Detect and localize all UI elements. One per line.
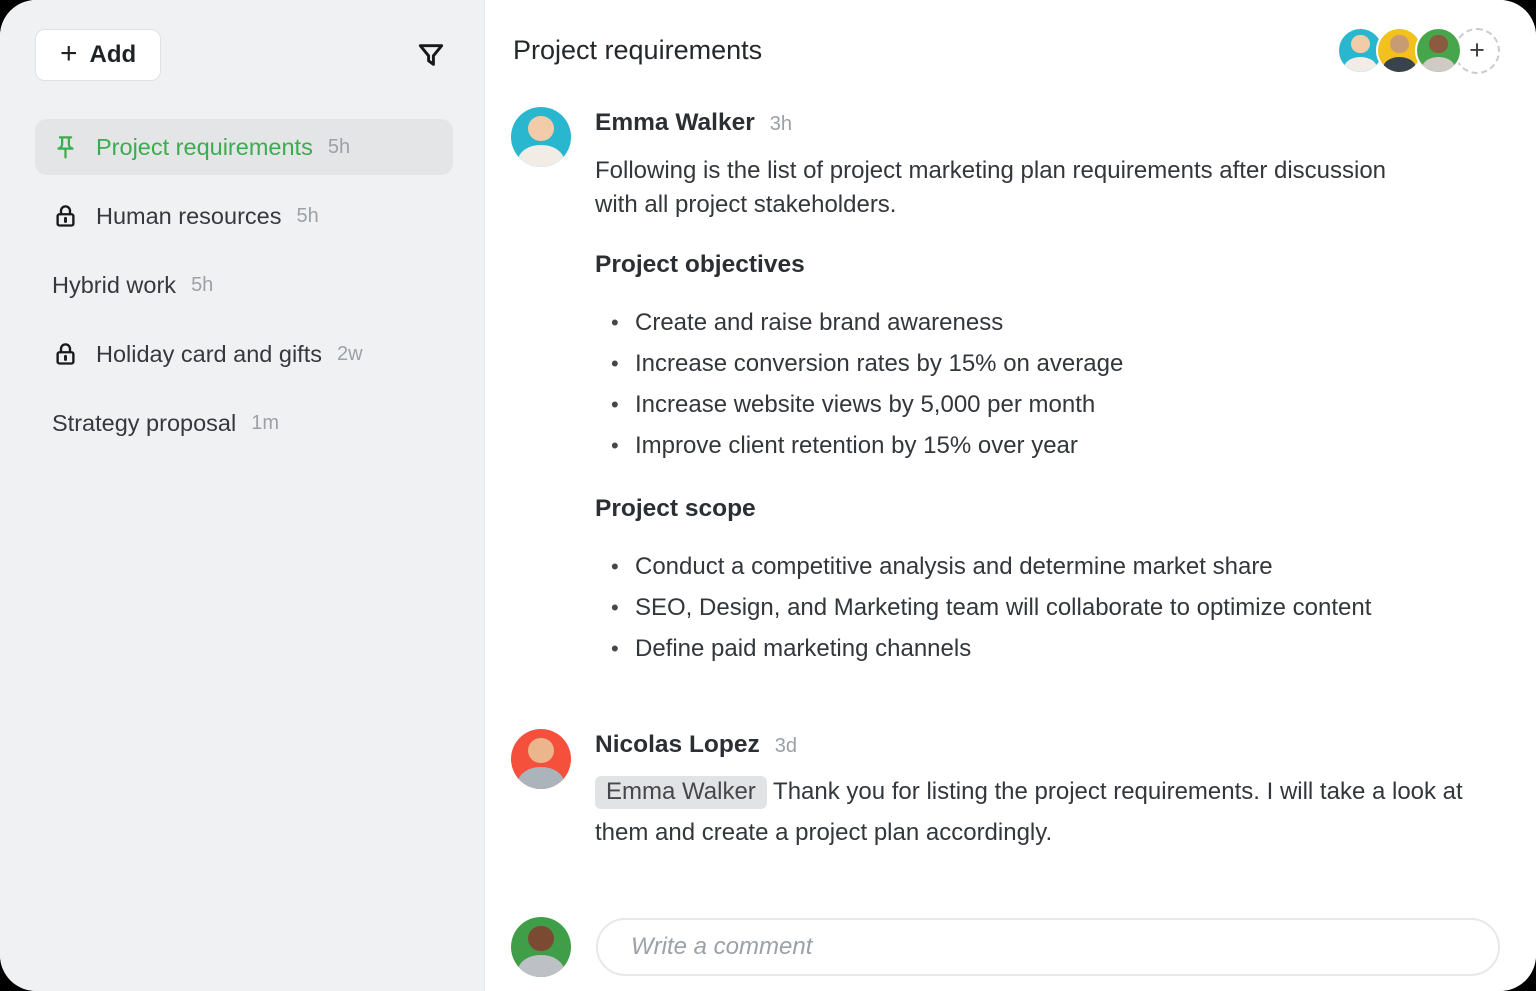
sidebar-item-label: Human resources (96, 203, 281, 230)
avatar (511, 107, 571, 167)
person-icon (1417, 29, 1460, 72)
lock-icon (52, 341, 79, 368)
current-user-avatar (511, 917, 571, 977)
sidebar-item-label: Holiday card and gifts (96, 341, 322, 368)
comment-composer (511, 917, 1500, 977)
sidebar-item-project-requirements[interactable]: Project requirements 5h (35, 119, 453, 175)
discussion-header: Project requirements + (511, 27, 1500, 74)
sidebar-item-human-resources[interactable]: Human resources 5h (35, 188, 453, 244)
sidebar-item-time: 5h (191, 274, 213, 297)
sidebar-item-hybrid-work[interactable]: Hybrid work 5h (35, 257, 453, 313)
message-text: Following is the list of project marketi… (595, 154, 1415, 222)
sidebar-toolbar: + Add (35, 29, 453, 81)
sidebar-item-time: 5h (296, 205, 318, 228)
message-text: Emma Walker Thank you for listing the pr… (595, 771, 1475, 853)
person-icon (511, 107, 571, 167)
sidebar-item-time: 1m (251, 412, 279, 435)
message-nicolas-lopez: Nicolas Lopez 3d Emma Walker Thank you f… (511, 729, 1500, 853)
list-item: Create and raise brand awareness (595, 302, 1500, 343)
lock-icon (52, 203, 79, 230)
message-time: 3h (770, 113, 792, 136)
list-item: Increase website views by 5,000 per mont… (595, 384, 1500, 425)
add-button[interactable]: + Add (35, 29, 161, 81)
page-title: Project requirements (511, 35, 762, 66)
filter-icon (415, 39, 447, 71)
comment-input[interactable] (596, 918, 1500, 976)
message-time: 3d (775, 735, 797, 758)
topic-list: Project requirements 5h Human resources … (35, 119, 453, 451)
sidebar-item-strategy-proposal[interactable]: Strategy proposal 1m (35, 395, 453, 451)
sidebar-item-label: Hybrid work (52, 272, 176, 299)
person-icon (511, 917, 571, 977)
plus-icon: + (1469, 37, 1485, 64)
scope-list: Conduct a competitive analysis and deter… (595, 546, 1500, 669)
list-item: SEO, Design, and Marketing team will col… (595, 587, 1500, 628)
section-heading: Project objectives (595, 251, 1500, 279)
filter-button[interactable] (409, 33, 453, 77)
message-emma-walker: Emma Walker 3h Following is the list of … (511, 107, 1500, 669)
sidebar: + Add Project requirements 5h (0, 0, 485, 991)
message-author: Nicolas Lopez (595, 731, 760, 759)
section-heading: Project scope (595, 495, 1500, 523)
list-item: Conduct a competitive analysis and deter… (595, 546, 1500, 587)
sidebar-item-label: Strategy proposal (52, 410, 236, 437)
member-avatars: + (1337, 27, 1500, 74)
objectives-list: Create and raise brand awareness Increas… (595, 302, 1500, 466)
list-item: Improve client retention by 15% over yea… (595, 425, 1500, 466)
sidebar-item-label: Project requirements (96, 134, 313, 161)
discussion-panel: Project requirements + (485, 0, 1536, 991)
sidebar-item-holiday-card-and-gifts[interactable]: Holiday card and gifts 2w (35, 326, 453, 382)
list-item: Increase conversion rates by 15% on aver… (595, 343, 1500, 384)
member-avatar[interactable] (1415, 27, 1462, 74)
add-button-label: Add (90, 41, 137, 69)
sidebar-item-time: 5h (328, 136, 350, 159)
mention-chip[interactable]: Emma Walker (595, 776, 767, 809)
avatar (511, 729, 571, 789)
person-icon (511, 729, 571, 789)
pin-icon (52, 134, 79, 161)
plus-icon: + (60, 39, 78, 69)
list-item: Define paid marketing channels (595, 628, 1500, 669)
sidebar-item-time: 2w (337, 343, 363, 366)
app-window: + Add Project requirements 5h (0, 0, 1536, 991)
message-author: Emma Walker (595, 109, 755, 137)
